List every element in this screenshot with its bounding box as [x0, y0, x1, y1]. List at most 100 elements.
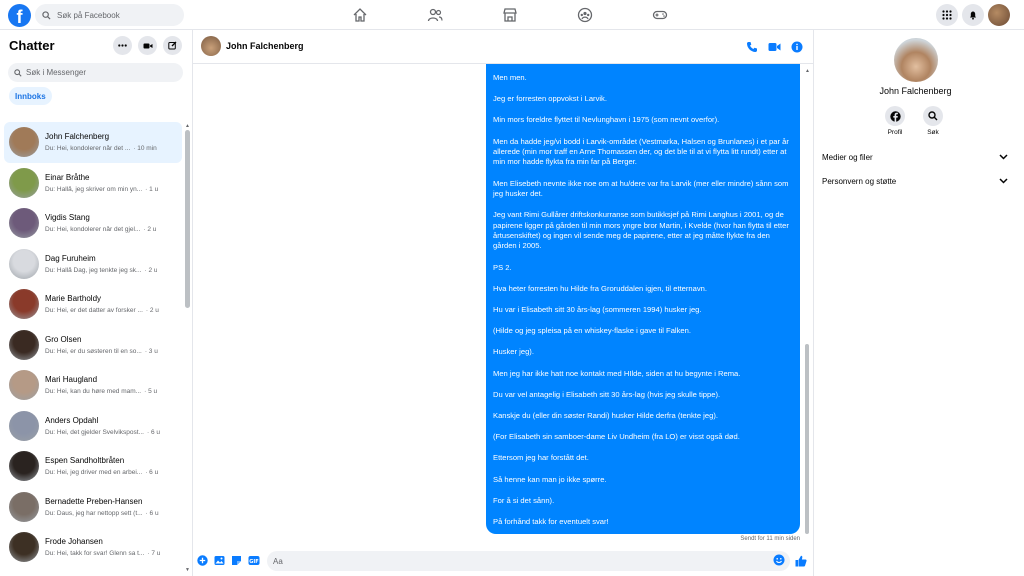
attach-image-icon[interactable]: [214, 553, 225, 571]
voice-call-icon[interactable]: [746, 40, 758, 58]
message-paragraph: Hva heter forresten hu Hilde fra Grorudd…: [493, 283, 708, 293]
gaming-icon[interactable]: [640, 0, 680, 30]
svg-text:GIF: GIF: [249, 559, 258, 565]
conversation-avatar: [9, 532, 39, 563]
message-paragraph: Jeg vant Rimi Gullårer driftskonkurranse…: [493, 210, 789, 251]
conversation-item[interactable]: Marie Bartholdy Du: Hei, er det datter av…: [4, 284, 182, 325]
conversation-preview: Du: Hei, er det datter av forsker ...: [45, 307, 143, 315]
conversation-item[interactable]: John Falchenberg Du: Hei, kondolerer når …: [4, 122, 182, 163]
conversation-time: · 2 u: [145, 307, 159, 315]
like-thumbs-up-icon[interactable]: [795, 554, 807, 572]
conversation-preview: Du: Hei, kan du høre med mam...: [45, 388, 142, 396]
scroll-up-arrow-icon[interactable]: ▲: [805, 68, 810, 74]
conversation-header: John Falchenberg: [193, 30, 813, 64]
conversation-time: · 10 min: [133, 145, 157, 153]
conversation-time: · 6 u: [147, 428, 161, 436]
conversation-item[interactable]: Anders Opdahl Du: Hei, det gjelder Svelvi…: [4, 406, 182, 447]
conversation-time: · 7 u: [147, 550, 161, 558]
more-options-icon[interactable]: [113, 36, 132, 55]
scroll-down-arrow-icon[interactable]: ▼: [185, 567, 190, 573]
video-call-icon[interactable]: [768, 40, 781, 58]
conversation-list-scrollbar[interactable]: [185, 130, 190, 308]
message-input[interactable]: Aa: [267, 551, 790, 571]
search-icon: [42, 10, 51, 20]
gif-icon[interactable]: GIF: [248, 553, 260, 571]
conversation-name: Anders Opdahl: [45, 415, 99, 425]
menu-grid-icon[interactable]: [936, 4, 958, 26]
message-paragraph: Jeg er forresten oppvokst i Larvik.: [493, 94, 607, 104]
message-paragraph: (Hilde og jeg spleisa på en whiskey-flas…: [493, 326, 691, 336]
messenger-search-input[interactable]: Søk i Messenger: [8, 63, 183, 82]
conversation-avatar: [9, 289, 39, 320]
conversation-preview: Du: Daus, jeg har nettopp sett (t...: [45, 509, 143, 517]
contact-name[interactable]: John Falchenberg: [226, 41, 304, 51]
home-icon[interactable]: [340, 0, 380, 30]
emoji-icon[interactable]: [773, 554, 785, 568]
more-actions-plus-icon[interactable]: [197, 553, 208, 571]
conversation-item[interactable]: Einar Bråthe Du: Hallå, jeg skriver om mi…: [4, 163, 182, 204]
chevron-down-icon: [999, 178, 1008, 184]
conversation-preview: Du: Hei, det gjelder Svelvikspost...: [45, 428, 144, 436]
message-paragraph: Men men.: [493, 73, 527, 82]
message-composer: GIF Aa: [193, 548, 813, 576]
conversation-name: Marie Bartholdy: [45, 294, 102, 304]
chats-title: Chatter: [9, 38, 55, 53]
top-navigation-bar: f Søk på Facebook: [0, 0, 1024, 30]
message-paragraph: For å si det sånn).: [493, 495, 555, 505]
conversation-preview: Du: Hei, er du søsteren til en so...: [45, 347, 142, 355]
search-icon: [923, 106, 943, 126]
contact-profile-name: John Falchenberg: [879, 86, 952, 96]
conversation-preview: Du: Hei, jeg driver med en arbei...: [45, 469, 143, 477]
conversation-name: Frode Johansen: [45, 537, 103, 547]
conversation-avatar: [9, 248, 39, 279]
message-paragraph: Min mors foreldre flyttet til Nevlunghav…: [493, 115, 720, 125]
conversation-info-icon[interactable]: [791, 40, 803, 58]
conversation-details-panel: John Falchenberg Profil Søk Medier og fi…: [813, 30, 1024, 576]
marketplace-icon[interactable]: [490, 0, 530, 30]
conversation-item[interactable]: Gro Olsen Du: Hei, er du søsteren til en …: [4, 325, 182, 366]
conversation-item[interactable]: Mari Haugland Du: Hei, kan du høre med ma…: [4, 365, 182, 406]
conversation-name: Gro Olsen: [45, 334, 82, 344]
conversation-preview: Du: Hallå, jeg skriver om min yn...: [45, 185, 143, 193]
facebook-logo[interactable]: f: [8, 4, 31, 27]
media-and-files-section[interactable]: Medier og filer: [822, 149, 1008, 165]
profile-button[interactable]: Profil: [885, 106, 905, 136]
conversation-item[interactable]: Espen Sandholtbråten Du: Hei, jeg driver …: [4, 446, 182, 487]
conversation-list: John Falchenberg Du: Hei, kondolerer når …: [4, 122, 182, 568]
message-paragraph: Du var vel antagelig i Elisabeth sitt 30…: [493, 389, 721, 399]
conversation-name: Mari Haugland: [45, 375, 98, 385]
privacy-and-support-section[interactable]: Personvern og støtte: [822, 173, 1008, 189]
contact-profile-photo[interactable]: [894, 38, 938, 82]
conversation-scrollbar[interactable]: [805, 344, 809, 534]
chats-sidebar: Chatter Søk i Messenger Innboks John Fal…: [0, 30, 193, 576]
conversation-preview: Du: Hei, kondolerer når det gjel...: [45, 226, 141, 234]
chevron-down-icon: [999, 154, 1008, 160]
message-paragraph: Husker jeg).: [493, 347, 534, 357]
conversation-time: · 5 u: [144, 388, 158, 396]
new-video-call-icon[interactable]: [138, 36, 157, 55]
conversation-item[interactable]: Dag Furuheim Du: Hallå Dag, jeg tenkte je…: [4, 244, 182, 285]
new-message-icon[interactable]: [163, 36, 182, 55]
facebook-search-input[interactable]: Søk på Facebook: [35, 4, 184, 26]
conversation-avatar: [9, 451, 39, 482]
sticker-icon[interactable]: [231, 553, 242, 571]
conversation-item[interactable]: Frode Johansen Du: Hei, takk for svar! Gl…: [4, 527, 182, 568]
scroll-up-arrow-icon[interactable]: ▲: [185, 123, 190, 129]
conversation-item[interactable]: Vigdis Stang Du: Hei, kondolerer når det …: [4, 203, 182, 244]
message-paragraph: Men jeg har ikke hatt noe kontakt med HI…: [493, 368, 741, 378]
notifications-bell-icon[interactable]: [962, 4, 984, 26]
message-bubble[interactable]: Men men. Jeg er forresten oppvokst i Larv…: [486, 64, 800, 534]
conversation-name: Einar Bråthe: [45, 172, 90, 182]
conversation-preview: Du: Hallå Dag, jeg tenkte jeg sk...: [45, 266, 142, 274]
message-paragraph: Så henne kan man jo ikke spørre.: [493, 474, 607, 484]
account-avatar[interactable]: [988, 4, 1010, 26]
message-paragraph: Ettersom jeg har forstått det.: [493, 453, 589, 463]
friends-icon[interactable]: [415, 0, 455, 30]
contact-avatar[interactable]: [201, 36, 221, 56]
inbox-filter-chip[interactable]: Innboks: [9, 87, 52, 105]
groups-icon[interactable]: [565, 0, 605, 30]
search-in-conversation-button[interactable]: Søk: [923, 106, 943, 136]
conversation-time: · 1 u: [145, 185, 159, 193]
conversation-name: Vigdis Stang: [45, 213, 90, 223]
conversation-item[interactable]: Bernadette Preben-Hansen Du: Daus, jeg ha…: [4, 487, 182, 528]
